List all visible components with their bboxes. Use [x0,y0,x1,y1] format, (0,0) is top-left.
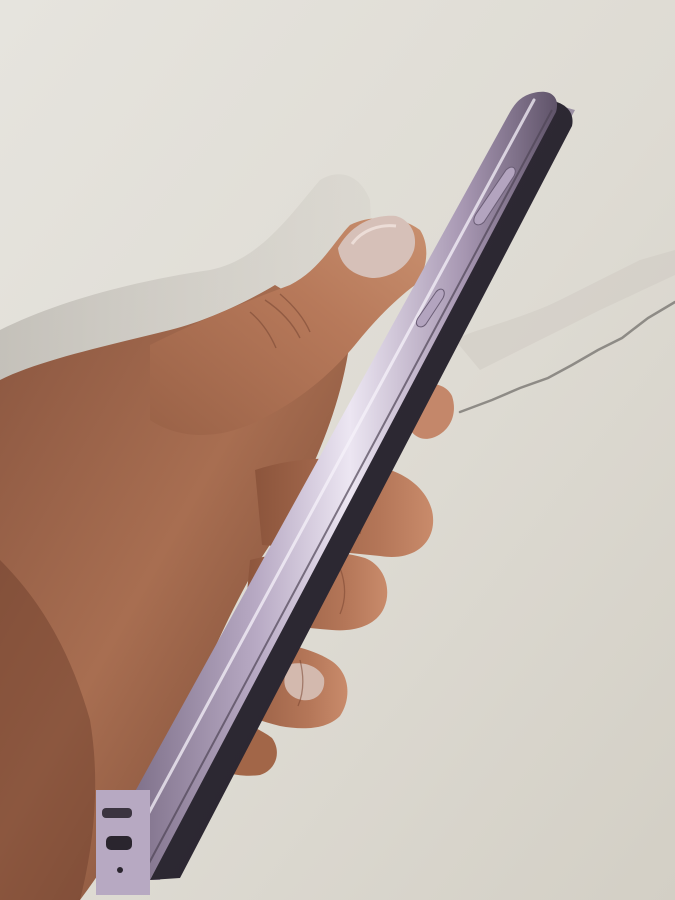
mic-hole [117,867,123,873]
usb-c-port [106,836,132,850]
photo-scene [0,0,675,900]
speaker-grille [102,808,132,818]
photo-canvas [0,0,675,900]
